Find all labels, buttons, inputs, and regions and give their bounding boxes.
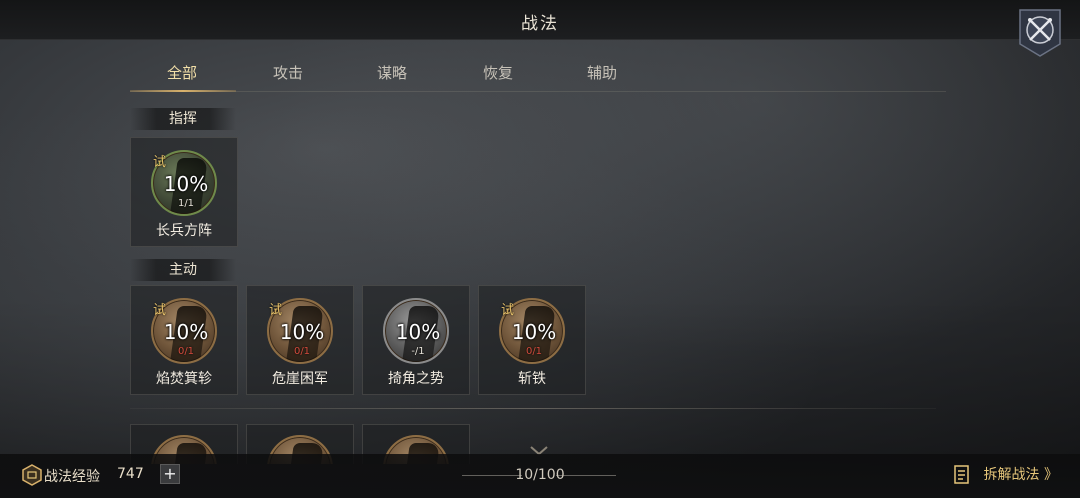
tactic-percent: 10% (163, 172, 209, 196)
tactic-medal: 10% -/1 (383, 298, 449, 364)
tactic-percent: 10% (395, 320, 441, 344)
crossed-swords-icon (1019, 9, 1061, 57)
section-label-active: 主动 (130, 259, 236, 281)
tab-attack[interactable]: 攻击 (236, 58, 340, 90)
tactic-count: 0/1 (293, 346, 311, 357)
tactic-card[interactable]: 10% 0/1 试 斩铁 (478, 285, 586, 395)
tactic-percent: 10% (279, 320, 325, 344)
tactic-count: 1/1 (177, 198, 195, 209)
tab-support[interactable]: 辅助 (550, 58, 654, 90)
tactic-name: 危崖困军 (272, 371, 328, 387)
tactic-name: 斩铁 (518, 371, 546, 387)
decompose-tactics-button[interactable]: 拆解战法 》 (984, 464, 1058, 486)
trial-badge: 试 (153, 303, 167, 318)
tactic-card[interactable]: 10% 0/1 试 危崖困军 (246, 285, 354, 395)
section-label-command: 指挥 (130, 108, 236, 130)
section-divider (130, 408, 936, 409)
tactic-card[interactable]: 10% 0/1 试 焰焚箕轸 (130, 285, 238, 395)
bottom-bar: 战法经验 747 + 10/100 拆解战法 》 (0, 454, 1080, 498)
tab-recovery[interactable]: 恢复 (446, 58, 550, 90)
tactic-name: 焰焚箕轸 (156, 371, 212, 387)
tactic-card[interactable]: 10% 1/1 试 长兵方阵 (130, 137, 238, 247)
tactic-percent: 10% (163, 320, 209, 344)
tactic-name: 掎角之势 (388, 371, 444, 387)
tactic-count-indicator: 10/100 (515, 467, 565, 483)
tactic-name: 长兵方阵 (156, 223, 212, 239)
tactic-count: 0/1 (177, 346, 195, 357)
tactic-count: -/1 (411, 346, 425, 357)
tab-strategy[interactable]: 谋略 (340, 58, 444, 90)
tactic-percent: 10% (511, 320, 557, 344)
trial-badge: 试 (269, 303, 283, 318)
tactic-count: 0/1 (525, 346, 543, 357)
tab-bar: 全部 攻击 谋略 恢复 辅助 (130, 58, 946, 92)
divider-line (556, 475, 616, 476)
trial-badge: 试 (501, 303, 515, 318)
page-title: 战法 (521, 14, 559, 34)
tactic-card[interactable]: 10% -/1 掎角之势 (362, 285, 470, 395)
top-bar: 战法 (0, 0, 1080, 40)
close-button[interactable] (1018, 8, 1062, 58)
trial-badge: 试 (153, 155, 167, 170)
list-icon (954, 465, 969, 484)
tab-all[interactable]: 全部 (130, 58, 236, 92)
